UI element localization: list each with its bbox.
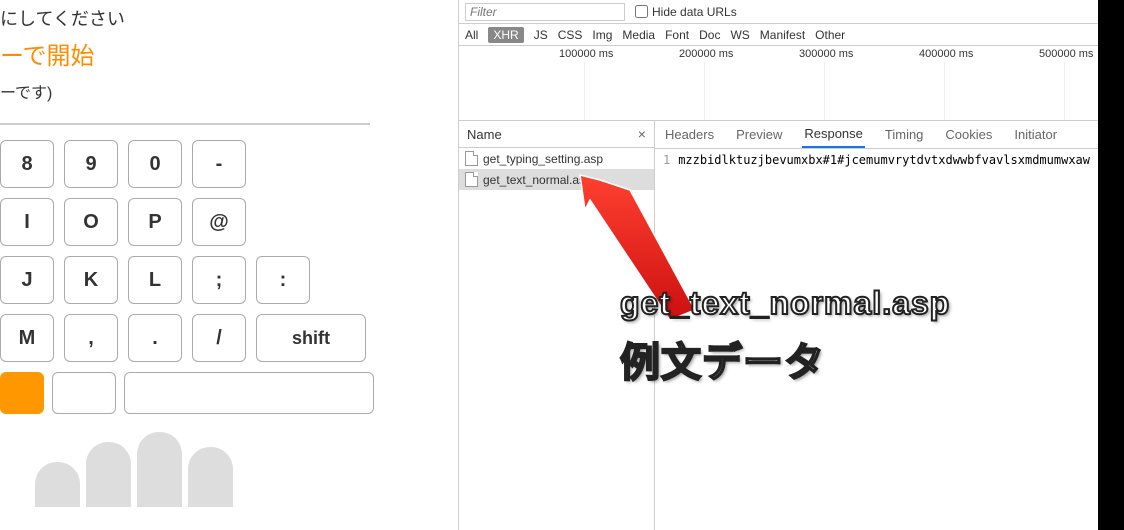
timeline-tick: 400000 ms [919, 48, 973, 60]
filter-media[interactable]: Media [622, 28, 655, 42]
instruction-text-3: ーです) [0, 79, 390, 103]
finger-shape [35, 462, 80, 507]
spacebar-key[interactable] [124, 372, 374, 414]
key--[interactable]: - [192, 140, 246, 188]
request-list: get_typing_setting.asp get_text_normal.as… [459, 148, 654, 530]
key-M[interactable]: M [0, 314, 54, 362]
tab-headers[interactable]: Headers [663, 122, 716, 147]
devtools-network-panel: Hide data URLs All XHR JS CSS Img Media Font Do… [458, 0, 1098, 530]
filter-bar: Hide data URLs [459, 0, 1098, 24]
filter-other[interactable]: Other [815, 28, 845, 42]
waterfall-timeline[interactable]: 100000 ms 200000 ms 300000 ms 400000 ms 5000… [459, 46, 1098, 121]
request-detail-panel: Headers Preview Response Timing Cookies Initi… [655, 121, 1098, 530]
file-icon [465, 172, 478, 187]
timeline-tick: 100000 ms [559, 48, 613, 60]
finger-shape [86, 442, 131, 507]
resource-type-filters: All XHR JS CSS Img Media Font Doc WS Manifest Othe… [459, 24, 1098, 46]
response-body[interactable]: 1 mzzbidlktuzjbevumxbx#1#jcemumvrytdvtxdw… [655, 149, 1098, 530]
typing-app-panel: にしてください ーで開始 ーです) 890- IOP@ JKL;: M,./sh… [0, 0, 420, 530]
filter-input[interactable] [465, 3, 625, 21]
finger-shape [137, 432, 182, 507]
instruction-text-2: ーで開始 [0, 36, 390, 71]
filter-ws[interactable]: WS [730, 28, 749, 42]
key-P[interactable]: P [128, 198, 182, 246]
filter-js[interactable]: JS [534, 28, 548, 42]
key-shift[interactable]: shift [256, 314, 366, 362]
tab-preview[interactable]: Preview [734, 122, 784, 147]
request-name-column: Name × get_typing_setting.asp get_text_no… [459, 121, 655, 530]
key-blank[interactable] [52, 372, 116, 414]
key-:[interactable]: : [256, 256, 310, 304]
request-item[interactable]: get_text_normal.asp [459, 169, 654, 190]
key-.[interactable]: . [128, 314, 182, 362]
key-J[interactable]: J [0, 256, 54, 304]
request-item[interactable]: get_typing_setting.asp [459, 148, 654, 169]
key-/[interactable]: / [192, 314, 246, 362]
name-column-header: Name [467, 127, 502, 142]
key-8[interactable]: 8 [0, 140, 54, 188]
finger-shape [188, 447, 233, 507]
timeline-tick: 500000 ms [1039, 48, 1093, 60]
filter-doc[interactable]: Doc [699, 28, 720, 42]
detail-tabs: Headers Preview Response Timing Cookies Initi… [655, 121, 1098, 149]
black-edge [1098, 0, 1124, 530]
tab-cookies[interactable]: Cookies [943, 122, 994, 147]
timeline-tick: 200000 ms [679, 48, 733, 60]
filter-img[interactable]: Img [592, 28, 612, 42]
close-icon[interactable]: × [638, 126, 646, 142]
key-@[interactable]: @ [192, 198, 246, 246]
key-0[interactable]: 0 [128, 140, 182, 188]
key-highlight[interactable] [0, 372, 44, 414]
tab-timing[interactable]: Timing [883, 122, 926, 147]
hide-data-urls-checkbox[interactable] [635, 5, 648, 18]
key-;[interactable]: ; [192, 256, 246, 304]
tab-response[interactable]: Response [802, 121, 865, 148]
key-,[interactable]: , [64, 314, 118, 362]
filter-manifest[interactable]: Manifest [760, 28, 805, 42]
filter-xhr[interactable]: XHR [488, 27, 523, 43]
filter-all[interactable]: All [465, 28, 478, 42]
key-L[interactable]: L [128, 256, 182, 304]
divider [0, 123, 370, 125]
finger-guide [0, 432, 390, 507]
instruction-text-1: にしてください [0, 5, 390, 31]
key-9[interactable]: 9 [64, 140, 118, 188]
file-icon [465, 151, 478, 166]
filter-font[interactable]: Font [665, 28, 689, 42]
key-K[interactable]: K [64, 256, 118, 304]
keyboard: 890- IOP@ JKL;: M,./shift [0, 140, 390, 414]
key-O[interactable]: O [64, 198, 118, 246]
filter-css[interactable]: CSS [558, 28, 583, 42]
timeline-tick: 300000 ms [799, 48, 853, 60]
line-number: 1 [663, 153, 670, 167]
hide-data-urls-toggle[interactable]: Hide data URLs [635, 5, 737, 19]
key-I[interactable]: I [0, 198, 54, 246]
response-text: mzzbidlktuzjbevumxbx#1#jcemumvrytdvtxdww… [678, 153, 1090, 167]
tab-initiator[interactable]: Initiator [1012, 122, 1059, 147]
request-name: get_text_normal.asp [483, 173, 592, 187]
request-name: get_typing_setting.asp [483, 152, 603, 166]
